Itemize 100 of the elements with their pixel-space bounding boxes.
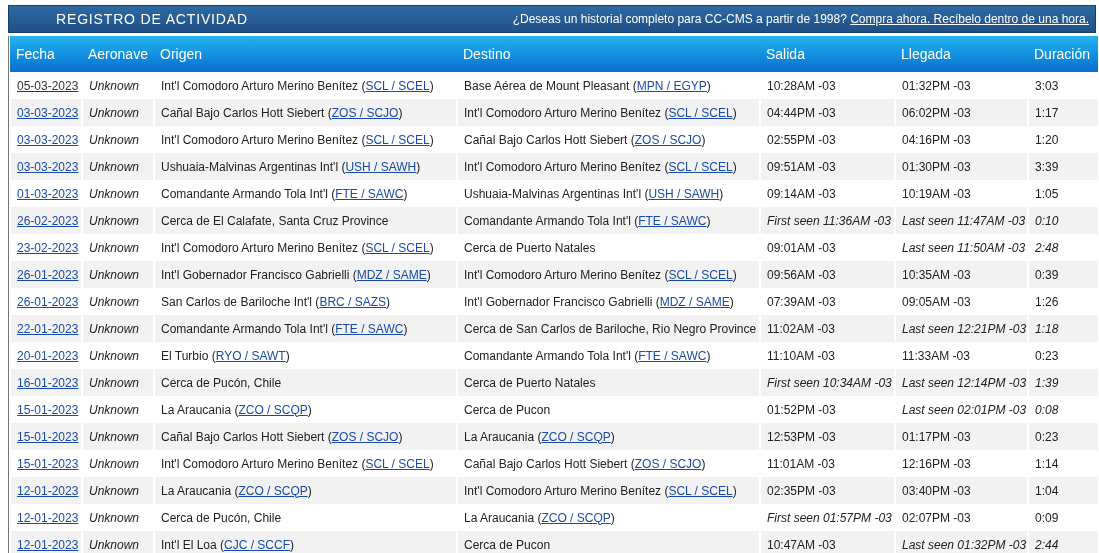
aircraft-text: Unknown — [89, 105, 140, 120]
arrival-time: 03:40PM -03 — [902, 483, 971, 498]
duration-text: 1:20 — [1035, 132, 1059, 147]
column-header: Destino — [457, 36, 760, 72]
airport-code-link[interactable]: SCL / SCEL — [365, 78, 430, 93]
date-link[interactable]: 05-03-2023 — [17, 78, 79, 93]
date-link[interactable]: 15-01-2023 — [17, 402, 79, 417]
departure-time: 09:14AM -03 — [767, 186, 836, 201]
airport-name: Ushuaia-Malvinas Argentinas Int'l (USH / SAWH) — [464, 186, 724, 201]
departure-time: 11:10AM -03 — [767, 348, 835, 363]
arrival-time: 06:02PM -03 — [902, 105, 971, 120]
airport-name: Cerca de Pucon — [464, 402, 551, 417]
airport-name: Cerca de El Calafate, Santa Cruz Province — [161, 213, 389, 228]
airport-code-link[interactable]: FTE / SAWC — [638, 348, 707, 363]
column-header: Duración — [1028, 36, 1098, 72]
duration-text: 3:39 — [1035, 159, 1059, 174]
arrival-time: 09:05AM -03 — [902, 294, 971, 309]
airport-code-link[interactable]: SCL / SCEL — [365, 456, 430, 471]
airport-name: Int'l Comodoro Arturo Merino Benítez (SCL / SCEL) — [161, 456, 434, 471]
duration-text: 0:09 — [1035, 510, 1059, 525]
duration-text: 1:05 — [1035, 186, 1059, 201]
column-header: Origen — [154, 36, 457, 72]
aircraft-text: Unknown — [89, 429, 140, 444]
arrival-time: Last seen 12:14PM -03 — [902, 375, 1027, 390]
airport-code-link[interactable]: FTE / SAWC — [335, 186, 404, 201]
airport-name: Comandante Armando Tola Int'l (FTE / SAWC) — [464, 213, 711, 228]
aircraft-text: Unknown — [89, 510, 140, 525]
airport-name: Cañal Bajo Carlos Hott Siebert (ZOS / SCJO) — [161, 429, 403, 444]
aircraft-text: Unknown — [89, 321, 140, 336]
departure-time: 11:02AM -03 — [767, 321, 835, 336]
airport-code-link[interactable]: BRC / SAZS — [319, 294, 387, 309]
airport-code-link[interactable]: ZCO / SCQP — [238, 483, 308, 498]
departure-time: 04:44PM -03 — [767, 105, 836, 120]
airport-name: Cerca de Puerto Natales — [464, 375, 596, 390]
airport-name: Int'l Comodoro Arturo Merino Benítez (SCL / SCEL) — [464, 267, 737, 282]
airport-name: Int'l Gobernador Francisco Gabrielli (MDZ / SAME) — [464, 294, 734, 309]
departure-time: 10:47AM -03 — [767, 537, 836, 552]
airport-name: Int'l Comodoro Arturo Merino Benítez (SCL / SCEL) — [161, 132, 434, 147]
arrival-time: Last seen 12:21PM -03 — [902, 321, 1027, 336]
airport-name: Int'l Comodoro Arturo Merino Benítez (SCL / SCEL) — [464, 159, 737, 174]
airport-name: Comandante Armando Tola Int'l (FTE / SAWC) — [161, 321, 408, 336]
airport-code-link[interactable]: SCL / SCEL — [365, 132, 430, 147]
duration-text: 0:10 — [1035, 213, 1059, 228]
departure-time: 10:28AM -03 — [767, 78, 836, 93]
airport-code-link[interactable]: SCL / SCEL — [365, 240, 430, 255]
airport-code-link[interactable]: FTE / SAWC — [335, 321, 404, 336]
duration-text: 2:48 — [1035, 240, 1059, 255]
aircraft-text: Unknown — [89, 132, 140, 147]
arrival-time: 12:16PM -03 — [902, 456, 971, 471]
date-link[interactable]: 20-01-2023 — [17, 348, 79, 363]
duration-text: 0:39 — [1035, 267, 1059, 282]
airport-name: Cerca de Pucon — [464, 537, 551, 552]
duration-text: 1:18 — [1035, 321, 1059, 336]
departure-time: First seen 01:57PM -03 — [767, 510, 892, 525]
airport-name: Int'l Gobernador Francisco Gabrielli (MDZ / SAME) — [161, 267, 431, 282]
airport-code-link[interactable]: ZCO / SCQP — [541, 510, 611, 525]
airport-code-link[interactable]: ZCO / SCQP — [238, 402, 308, 417]
column-header: Fecha — [10, 36, 82, 72]
departure-time: 12:53PM -03 — [767, 429, 836, 444]
date-link[interactable]: 12-01-2023 — [17, 510, 79, 525]
airport-code-link[interactable]: SCL / SCEL — [668, 159, 733, 174]
date-link[interactable]: 01-03-2023 — [17, 186, 79, 201]
airport-name: La Araucania (ZCO / SCQP) — [464, 510, 615, 525]
date-link[interactable]: 26-01-2023 — [17, 294, 79, 309]
airport-code-link[interactable]: SCL / SCEL — [668, 105, 733, 120]
date-link[interactable]: 23-02-2023 — [17, 240, 79, 255]
departure-time: 11:01AM -03 — [767, 456, 835, 471]
arrival-time: 02:07PM -03 — [902, 510, 971, 525]
date-link[interactable]: 03-03-2023 — [17, 132, 79, 147]
duration-text: 0:08 — [1035, 402, 1059, 417]
airport-name: Comandante Armando Tola Int'l (FTE / SAWC) — [464, 348, 711, 363]
airport-name: La Araucania (ZCO / SCQP) — [161, 483, 312, 498]
arrival-time: 01:30PM -03 — [902, 159, 971, 174]
column-header: Salida — [760, 36, 895, 72]
airport-name: Int'l Comodoro Arturo Merino Benítez (SCL / SCEL) — [161, 78, 434, 93]
airport-code-link[interactable]: ZCO / SCQP — [541, 429, 611, 444]
departure-time: 09:01AM -03 — [767, 240, 836, 255]
aircraft-text: Unknown — [89, 456, 140, 471]
arrival-time: Last seen 11:47AM -03 — [902, 213, 1026, 228]
aircraft-text: Unknown — [89, 78, 140, 93]
airport-name: Base Aérea de Mount Pleasant (MPN / EGYP) — [464, 78, 711, 93]
duration-text: 1:26 — [1035, 294, 1059, 309]
airport-name: Comandante Armando Tola Int'l (FTE / SAWC) — [161, 186, 408, 201]
airport-name: Cerca de Pucón, Chile — [161, 510, 282, 525]
date-link[interactable]: 15-01-2023 — [17, 456, 79, 471]
arrival-time: 10:19AM -03 — [902, 186, 971, 201]
departure-time: 01:52PM -03 — [767, 402, 836, 417]
column-header: Aeronave — [82, 36, 154, 72]
arrival-time: 11:33AM -03 — [902, 348, 970, 363]
buy-now-link[interactable]: Compra ahora. Recíbelo dentro de una hora. — [850, 12, 1089, 26]
aircraft-text: Unknown — [89, 159, 140, 174]
airport-code-link[interactable]: SCL / SCEL — [668, 483, 733, 498]
aircraft-text: Unknown — [89, 294, 140, 309]
airport-code-link[interactable]: FTE / SAWC — [638, 213, 707, 228]
departure-time: 02:55PM -03 — [767, 132, 836, 147]
airport-code-link[interactable]: CJC / SCCF — [224, 537, 290, 552]
departure-time: First seen 10:34AM -03 — [767, 375, 892, 390]
arrival-time: 04:16PM -03 — [902, 132, 971, 147]
airport-name: Ushuaia-Malvinas Argentinas Int'l (USH / SAWH) — [161, 159, 421, 174]
airport-code-link[interactable]: SCL / SCEL — [668, 267, 733, 282]
